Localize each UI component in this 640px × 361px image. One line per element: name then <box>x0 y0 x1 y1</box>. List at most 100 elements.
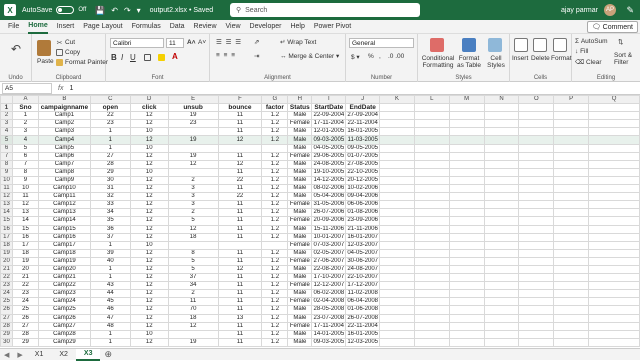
empty-cell[interactable] <box>483 216 520 226</box>
data-cell[interactable]: 1.2 <box>261 264 289 275</box>
empty-cell[interactable] <box>483 167 520 177</box>
row-number[interactable]: 13 <box>0 200 13 210</box>
empty-cell[interactable] <box>588 143 640 153</box>
empty-cell[interactable] <box>588 273 640 283</box>
empty-cell[interactable] <box>379 135 415 145</box>
data-cell[interactable]: 10-01-2007 <box>311 232 347 242</box>
data-cell[interactable]: 5 <box>167 264 219 275</box>
empty-cell[interactable] <box>483 143 520 153</box>
search-box[interactable]: ⚲ Search <box>230 3 420 17</box>
tab-view[interactable]: View <box>226 20 241 34</box>
empty-cell[interactable] <box>553 297 590 307</box>
data-cell[interactable]: 12 <box>167 159 219 169</box>
insert-cells-button[interactable]: Insert <box>512 55 528 62</box>
empty-cell[interactable] <box>588 305 640 315</box>
data-cell[interactable]: 1.2 <box>261 151 289 161</box>
autosave-toggle[interactable] <box>56 6 75 14</box>
empty-cell[interactable] <box>518 200 555 210</box>
data-cell[interactable]: 22 <box>217 192 263 202</box>
fill-color-icon[interactable] <box>158 54 165 61</box>
column-header[interactable]: M <box>448 95 485 105</box>
data-cell[interactable]: 12 <box>129 313 169 323</box>
empty-cell[interactable] <box>588 119 640 129</box>
data-cell[interactable]: 16-01-2007 <box>345 232 381 242</box>
column-header[interactable]: E <box>167 95 219 105</box>
data-cell[interactable]: 16-01-2005 <box>345 127 381 137</box>
data-cell[interactable]: 27 <box>89 151 131 161</box>
empty-cell[interactable] <box>553 151 590 161</box>
empty-cell[interactable] <box>413 297 450 307</box>
data-cell[interactable]: 9 <box>11 175 39 186</box>
data-cell[interactable]: Male <box>287 273 313 283</box>
data-cell[interactable]: 1 <box>89 264 131 275</box>
data-cell[interactable]: 11 <box>217 321 263 331</box>
empty-cell[interactable] <box>588 232 640 242</box>
empty-cell[interactable] <box>483 208 520 218</box>
wrap-text-button[interactable]: ↵ Wrap Text <box>280 38 316 46</box>
row-number[interactable]: 30 <box>0 337 13 347</box>
data-cell[interactable]: 32 <box>89 192 131 202</box>
row-number[interactable]: 24 <box>0 289 13 299</box>
data-cell[interactable]: 22-11-2004 <box>345 321 381 331</box>
data-cell[interactable]: 10 <box>129 167 169 177</box>
empty-cell[interactable] <box>518 248 555 258</box>
data-cell[interactable]: 19-10-2005 <box>311 167 347 177</box>
data-cell[interactable]: 11 <box>217 289 263 299</box>
number-format-select[interactable]: General <box>349 38 414 48</box>
data-cell[interactable]: 37 <box>89 232 131 242</box>
empty-cell[interactable] <box>413 305 450 315</box>
empty-cell[interactable] <box>379 159 415 169</box>
data-cell[interactable]: 19 <box>11 256 39 266</box>
column-header[interactable]: N <box>483 95 520 105</box>
data-cell[interactable]: 12 <box>129 297 169 307</box>
empty-cell[interactable] <box>483 127 520 137</box>
data-cell[interactable]: 3 <box>167 192 219 202</box>
empty-cell[interactable] <box>448 313 485 323</box>
data-cell[interactable]: 12-01-2005 <box>311 127 347 137</box>
data-cell[interactable]: 1.2 <box>261 135 289 145</box>
data-cell[interactable]: 10 <box>11 184 39 194</box>
data-cell[interactable]: Female <box>287 297 313 307</box>
empty-cell[interactable] <box>379 151 415 161</box>
empty-cell[interactable] <box>379 248 415 258</box>
empty-cell[interactable] <box>448 240 485 250</box>
data-cell[interactable]: 11-02-2008 <box>345 289 381 299</box>
empty-cell[interactable] <box>379 305 415 315</box>
font-size-select[interactable]: 11 <box>166 38 184 48</box>
delete-cells-button[interactable]: Delete <box>531 55 550 62</box>
empty-cell[interactable] <box>379 321 415 331</box>
data-cell[interactable]: 18 <box>11 248 39 258</box>
tab-power-pivot[interactable]: Power Pivot <box>314 20 351 34</box>
empty-cell[interactable] <box>379 273 415 283</box>
copy-button[interactable]: Copy <box>65 49 80 56</box>
add-sheet-icon[interactable]: ⊕ <box>104 349 112 360</box>
column-header[interactable]: L <box>413 95 450 105</box>
data-cell[interactable]: 1.2 <box>261 184 289 194</box>
row-number[interactable]: 2 <box>0 111 13 121</box>
data-cell[interactable]: open <box>89 103 131 113</box>
empty-cell[interactable] <box>588 240 640 250</box>
data-cell[interactable]: Camp13 <box>37 208 91 218</box>
empty-cell[interactable] <box>518 135 555 145</box>
empty-cell[interactable] <box>413 119 450 129</box>
data-cell[interactable]: 27-08-2005 <box>345 159 381 169</box>
data-cell[interactable]: 1.2 <box>261 175 289 186</box>
data-cell[interactable]: 8 <box>11 167 39 177</box>
row-number[interactable]: 16 <box>0 224 13 234</box>
empty-cell[interactable] <box>483 175 520 186</box>
empty-cell[interactable] <box>379 224 415 234</box>
empty-cell[interactable] <box>379 337 415 347</box>
empty-cell[interactable] <box>379 167 415 177</box>
comma-icon[interactable]: , <box>379 53 381 60</box>
cut-button[interactable]: Cut <box>65 39 75 46</box>
data-cell[interactable]: 23 <box>11 289 39 299</box>
data-cell[interactable]: Camp24 <box>37 297 91 307</box>
data-cell[interactable]: 1.2 <box>261 329 289 339</box>
data-cell[interactable]: 39 <box>89 248 131 258</box>
empty-cell[interactable] <box>553 208 590 218</box>
data-cell[interactable]: 1.2 <box>261 192 289 202</box>
data-cell[interactable]: Male <box>287 143 313 153</box>
empty-cell[interactable] <box>448 232 485 242</box>
empty-cell[interactable] <box>483 289 520 299</box>
column-header[interactable]: K <box>379 95 415 105</box>
